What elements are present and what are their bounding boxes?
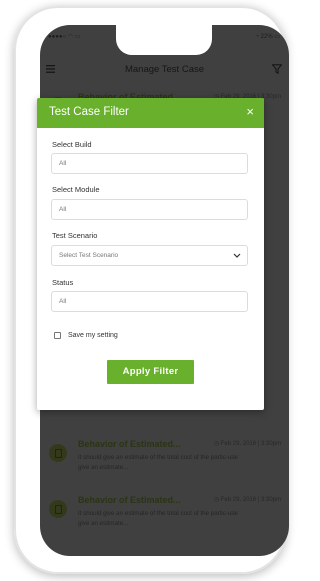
modal-header: Test Case Filter × xyxy=(37,98,264,128)
module-input[interactable] xyxy=(51,199,248,220)
list-item-date: ◷ Feb 29, 2016 | 3:30pm xyxy=(213,441,281,447)
build-label: Select Build xyxy=(52,140,92,149)
app-bar: Manage Test Case xyxy=(40,59,289,81)
apply-filter-button[interactable]: Apply Filter xyxy=(107,360,194,384)
scenario-label: Test Scenario xyxy=(52,231,98,240)
list-item[interactable]: Behavior of Estimated... ◷ Feb 29, 2016 … xyxy=(40,434,289,490)
phone-notch xyxy=(116,25,212,55)
save-setting-checkbox[interactable] xyxy=(54,332,61,339)
list-item[interactable]: Behavior of Estimated... ◷ Feb 29, 2016 … xyxy=(40,490,289,546)
build-input[interactable] xyxy=(51,153,248,174)
close-icon[interactable]: × xyxy=(246,104,254,119)
chevron-down-icon xyxy=(233,253,241,258)
scenario-select[interactable]: Select Test Scenario xyxy=(51,245,248,266)
list-item-date: ◷ Feb 29, 2016 | 3:30pm xyxy=(213,497,281,503)
list-item-title: Behavior of Estimated... xyxy=(78,439,181,449)
filter-icon[interactable] xyxy=(272,64,282,74)
clipboard-icon xyxy=(49,444,67,462)
status-input[interactable] xyxy=(51,291,248,312)
list-item-title: Behavior of Estimated... xyxy=(78,495,181,505)
filter-modal: Test Case Filter × Select Build Select M… xyxy=(37,98,264,410)
signal-indicator: ●●●●○ ◠ ▭ xyxy=(48,34,81,40)
list-item-desc: It should give an estimate of the total … xyxy=(78,454,239,471)
battery-indicator: ◔ 22% ▭ xyxy=(255,34,280,40)
modal-title: Test Case Filter xyxy=(49,106,129,118)
status-label: Status xyxy=(52,278,74,287)
module-label: Select Module xyxy=(52,185,100,194)
list-item-desc: It should give an estimate of the total … xyxy=(78,510,239,527)
page-title: Manage Test Case xyxy=(124,64,205,75)
save-setting-label: Save my setting xyxy=(68,332,118,339)
scenario-select-value: Select Test Scenario xyxy=(59,252,119,259)
clipboard-icon xyxy=(49,500,67,518)
